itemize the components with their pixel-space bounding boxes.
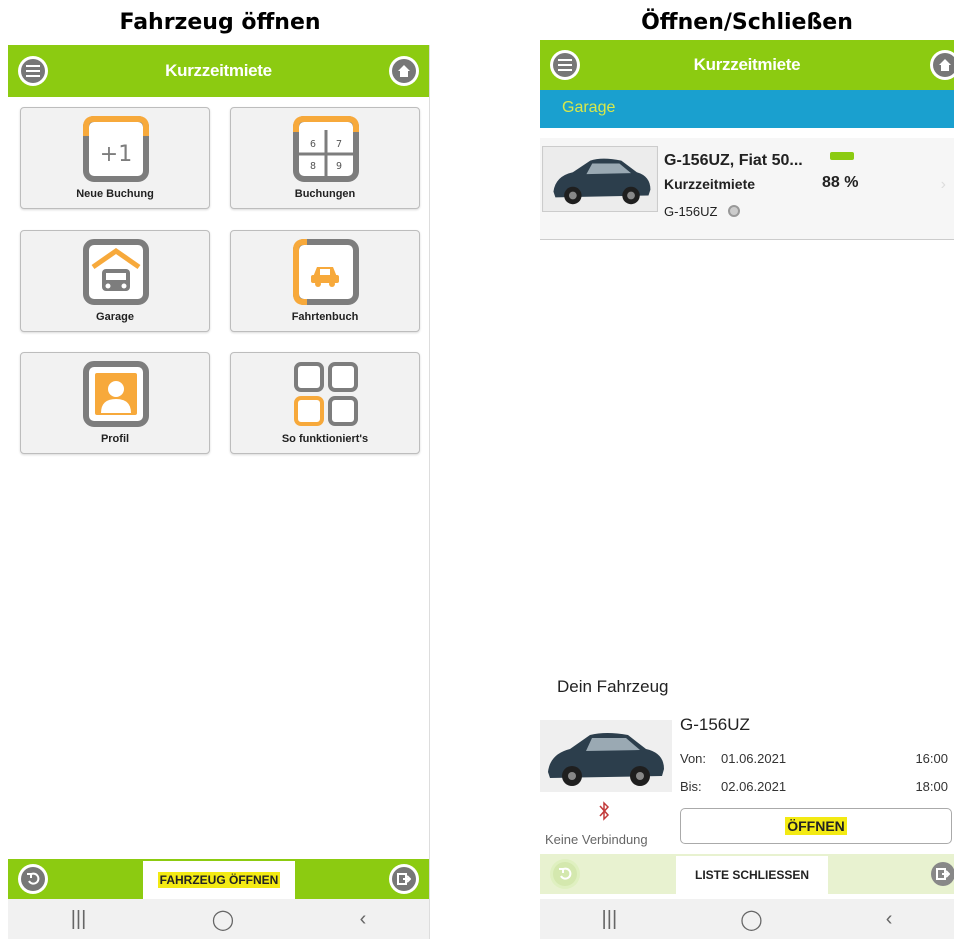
bis-date: 02.06.2021 — [721, 779, 787, 794]
status-indicator-icon — [728, 205, 740, 217]
bottom-bar: LISTE SCHLIESSEN — [540, 854, 954, 894]
logbook-car-icon — [293, 239, 359, 305]
tile-label: So funktioniert's — [281, 433, 369, 445]
tile-fahrtenbuch[interactable]: Fahrtenbuch — [230, 230, 420, 332]
svg-text:+1: +1 — [100, 142, 132, 167]
car-photo — [542, 146, 658, 212]
menu-icon — [21, 59, 45, 83]
von-date: 01.06.2021 — [721, 751, 787, 766]
recent-apps-button[interactable]: ||| — [71, 908, 87, 931]
back-arrow-icon — [553, 862, 577, 886]
bis-label: Bis: — [680, 779, 702, 794]
back-button[interactable] — [550, 859, 580, 889]
tile-neue-buchung[interactable]: +1 Neue Buchung — [20, 107, 210, 209]
back-nav-button[interactable]: ‹ — [886, 908, 893, 931]
home-icon — [933, 53, 954, 77]
top-bar: Kurzzeitmiete — [8, 45, 429, 97]
menu-button[interactable] — [550, 50, 580, 80]
logout-button[interactable] — [389, 864, 419, 894]
tile-so-funktionierts[interactable]: So funktioniert's — [230, 352, 420, 454]
garage-icon — [83, 239, 149, 305]
vehicle-list-item[interactable]: G-156UZ, Fiat 50... Kurzzeitmiete 88 % G… — [540, 138, 954, 240]
system-nav-bar: ||| ◯ ‹ — [8, 899, 429, 939]
panel-heading: Dein Fahrzeug — [557, 677, 669, 696]
tile-label: Neue Buchung — [76, 188, 154, 200]
section-title: Garage — [562, 99, 616, 116]
tile-label: Profil — [100, 433, 130, 445]
battery-percentage: 88 % — [822, 174, 859, 191]
panel-plate: G-156UZ — [680, 715, 750, 734]
tab-fahrzeug-oeffnen[interactable]: FAHRZEUG ÖFFNEN — [143, 861, 295, 899]
svg-text:8: 8 — [310, 161, 316, 172]
app-title: Kurzzeitmiete — [165, 61, 272, 80]
von-time: 16:00 — [915, 751, 948, 766]
chevron-right-icon: › — [940, 176, 946, 193]
tile-label: Buchungen — [294, 188, 356, 200]
menu-button[interactable] — [18, 56, 48, 86]
vehicle-name: G-156UZ, Fiat 50... — [664, 152, 803, 169]
bis-time: 18:00 — [915, 779, 948, 794]
back-button[interactable] — [18, 864, 48, 894]
app-title: Kurzzeitmiete — [693, 55, 801, 74]
bottom-bar: FAHRZEUG ÖFFNEN — [8, 859, 429, 899]
tab-label: LISTE SCHLIESSEN — [694, 868, 810, 882]
caption-right: Öffnen/Schließen — [641, 10, 853, 35]
recent-apps-button[interactable]: ||| — [602, 908, 618, 931]
von-label: Von: — [680, 751, 707, 766]
calendar-grid-icon: 6 7 8 9 — [293, 116, 359, 182]
home-button[interactable] — [930, 50, 954, 80]
screen-left: Kurzzeitmiete +1 Neue Buchung 6 7 8 9 Bu… — [8, 45, 430, 939]
back-nav-button[interactable]: ‹ — [360, 908, 367, 931]
logout-icon — [931, 862, 954, 886]
battery-icon — [830, 152, 854, 160]
home-icon — [392, 59, 416, 83]
vehicle-plate: G-156UZ — [664, 204, 718, 219]
tile-label: Garage — [96, 311, 134, 323]
tab-liste-schliessen[interactable]: LISTE SCHLIESSEN — [676, 856, 828, 894]
caption-left: Fahrzeug öffnen — [119, 10, 321, 35]
plus-one-icon: +1 — [83, 116, 149, 182]
logout-button[interactable] — [928, 859, 954, 889]
tile-garage[interactable]: Garage — [20, 230, 210, 332]
logout-icon — [392, 867, 416, 891]
menu-icon — [553, 53, 577, 77]
tile-buchungen[interactable]: 6 7 8 9 Buchungen — [230, 107, 420, 209]
back-arrow-icon — [21, 867, 45, 891]
svg-text:6: 6 — [310, 139, 316, 150]
profile-icon — [83, 361, 149, 427]
home-button[interactable] — [389, 56, 419, 86]
car-photo — [540, 720, 672, 792]
svg-text:7: 7 — [336, 139, 342, 150]
svg-text:9: 9 — [336, 161, 342, 172]
home-nav-button[interactable]: ◯ — [740, 907, 762, 932]
how-it-works-grid-icon — [294, 362, 358, 426]
connection-status: Keine Verbindung — [545, 832, 648, 847]
bluetooth-icon — [599, 801, 610, 821]
open-button-label: ÖFFNEN — [785, 817, 847, 835]
screen-right: Kurzzeitmiete Garage G-156UZ, Fiat 50...… — [540, 40, 954, 939]
tile-label: Fahrtenbuch — [291, 311, 359, 323]
home-nav-button[interactable]: ◯ — [212, 907, 234, 932]
vehicle-type: Kurzzeitmiete — [664, 176, 756, 192]
system-nav-bar: ||| ◯ ‹ — [540, 899, 954, 939]
top-bar: Kurzzeitmiete — [540, 40, 954, 90]
tab-label: FAHRZEUG ÖFFNEN — [157, 872, 281, 888]
open-button[interactable]: ÖFFNEN — [680, 808, 952, 844]
tile-profil[interactable]: Profil — [20, 352, 210, 454]
section-header: Garage — [540, 90, 954, 128]
